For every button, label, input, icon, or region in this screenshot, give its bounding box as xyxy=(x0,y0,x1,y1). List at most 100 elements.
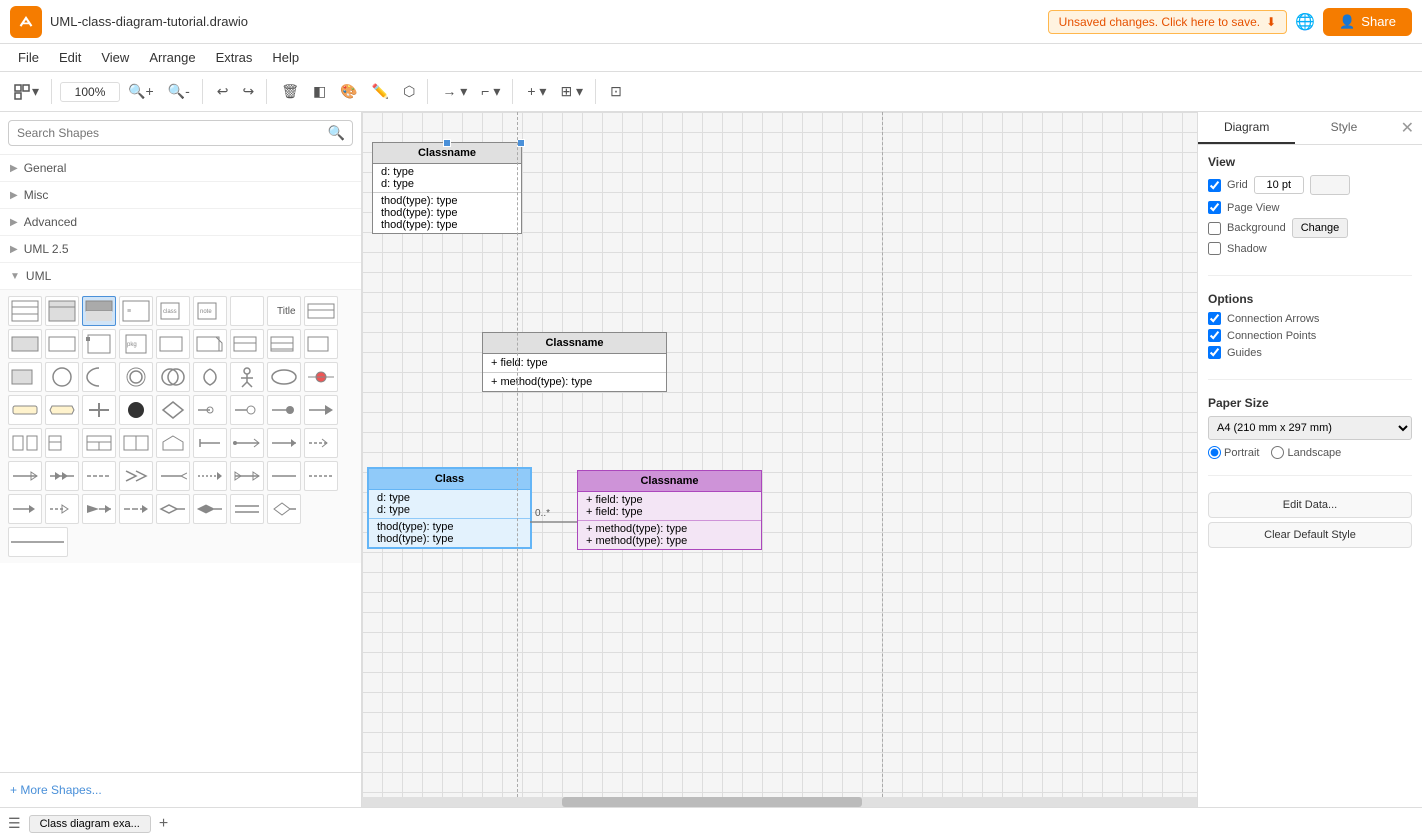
menu-item-help[interactable]: Help xyxy=(264,47,307,68)
uml-class-4[interactable]: Classname + field: type + field: type + … xyxy=(577,470,762,550)
shape-item[interactable] xyxy=(45,461,79,491)
shape-item[interactable] xyxy=(230,296,264,326)
canvas-grid[interactable]: Classname d: type d: type thod(type): ty… xyxy=(362,112,1197,807)
shape-item[interactable] xyxy=(82,461,116,491)
connection-arrows-checkbox[interactable] xyxy=(1208,312,1221,325)
shape-item[interactable]: Title xyxy=(267,296,301,326)
search-input[interactable] xyxy=(8,120,353,146)
shape-item[interactable]: ≡ xyxy=(119,296,153,326)
view-toggle-button[interactable]: ▾ xyxy=(8,79,45,104)
shape-item[interactable] xyxy=(267,329,301,359)
shape-item[interactable] xyxy=(304,329,338,359)
shape-item[interactable] xyxy=(304,296,338,326)
canvas[interactable]: Classname d: type d: type thod(type): ty… xyxy=(362,112,1197,807)
delete-button[interactable]: 🗑 xyxy=(275,79,305,104)
shape-item[interactable] xyxy=(156,395,190,425)
menu-item-view[interactable]: View xyxy=(93,47,137,68)
zoom-out-button[interactable]: 🔍- xyxy=(162,79,196,104)
shape-item[interactable] xyxy=(156,461,190,491)
landscape-label[interactable]: Landscape xyxy=(1271,446,1341,459)
shape-item[interactable] xyxy=(304,362,338,392)
shape-item[interactable] xyxy=(230,494,264,524)
grid-value-input[interactable] xyxy=(1254,176,1304,194)
connection-points-checkbox[interactable] xyxy=(1208,329,1221,342)
shape-item[interactable] xyxy=(304,461,338,491)
shape-item[interactable] xyxy=(119,395,153,425)
shape-item[interactable] xyxy=(8,494,42,524)
category-advanced[interactable]: ▶ Advanced xyxy=(0,209,361,236)
shape-item[interactable] xyxy=(119,461,153,491)
format-button[interactable]: ◧ xyxy=(307,79,332,104)
horizontal-scrollbar[interactable] xyxy=(362,797,1197,807)
shape-item[interactable] xyxy=(156,428,190,458)
shape-item[interactable] xyxy=(267,395,301,425)
shape-item[interactable] xyxy=(8,329,42,359)
shape-item[interactable] xyxy=(82,494,116,524)
shape-item[interactable] xyxy=(267,362,301,392)
shape-item[interactable] xyxy=(193,362,227,392)
share-button[interactable]: 👤 Share xyxy=(1323,8,1412,36)
shape-item[interactable] xyxy=(156,329,190,359)
shape-item[interactable] xyxy=(8,428,42,458)
page-tab[interactable]: Class diagram exa... xyxy=(29,815,151,833)
shape-item[interactable] xyxy=(193,395,227,425)
shape-item[interactable] xyxy=(156,494,190,524)
shape-item[interactable]: note xyxy=(193,296,227,326)
menu-item-file[interactable]: File xyxy=(10,47,47,68)
category-general[interactable]: ▶ General xyxy=(0,155,361,182)
edit-data-button[interactable]: Edit Data... xyxy=(1208,492,1412,518)
landscape-radio[interactable] xyxy=(1271,446,1284,459)
paper-size-select[interactable]: A4 (210 mm x 297 mm) A3 Letter Legal xyxy=(1208,416,1412,440)
shape-item[interactable] xyxy=(82,395,116,425)
guides-checkbox[interactable] xyxy=(1208,346,1221,359)
add-page-button[interactable]: + xyxy=(159,815,168,833)
uml-class-2[interactable]: Classname + field: type + method(type): … xyxy=(482,332,667,392)
zoom-in-button[interactable]: 🔍+ xyxy=(122,79,160,104)
shape-item[interactable] xyxy=(230,329,264,359)
background-checkbox[interactable] xyxy=(1208,222,1221,235)
shape-item[interactable]: class xyxy=(156,296,190,326)
shape-item[interactable] xyxy=(230,395,264,425)
shape-item-selected[interactable] xyxy=(82,296,116,326)
grid-checkbox[interactable] xyxy=(1208,179,1221,192)
shape-item[interactable] xyxy=(45,395,79,425)
tab-diagram[interactable]: Diagram xyxy=(1198,112,1295,144)
shape-item[interactable] xyxy=(304,395,338,425)
tab-style[interactable]: Style xyxy=(1295,112,1392,144)
shape-item[interactable] xyxy=(45,329,79,359)
shape-item[interactable] xyxy=(193,494,227,524)
shape-item[interactable] xyxy=(267,494,301,524)
table-button[interactable]: ⊞ ▾ xyxy=(554,79,589,104)
shadow-checkbox[interactable] xyxy=(1208,242,1221,255)
connector-button[interactable]: → ▾ xyxy=(436,79,473,104)
shape-style-button[interactable]: ⬡ xyxy=(397,79,421,104)
shape-item[interactable] xyxy=(193,461,227,491)
shape-item[interactable] xyxy=(8,395,42,425)
redo-button[interactable]: ↪ xyxy=(236,79,260,104)
shape-item[interactable] xyxy=(230,428,264,458)
shape-item[interactable] xyxy=(230,362,264,392)
more-shapes-button[interactable]: + More Shapes... xyxy=(10,783,102,797)
change-background-button[interactable]: Change xyxy=(1292,218,1349,238)
shape-item[interactable] xyxy=(82,362,116,392)
page-view-checkbox[interactable] xyxy=(1208,201,1221,214)
uml-class-3[interactable]: Class d: type d: type thod(type): type t… xyxy=(367,467,532,549)
shape-item[interactable] xyxy=(119,428,153,458)
shape-item[interactable] xyxy=(193,428,227,458)
shape-item[interactable] xyxy=(45,362,79,392)
waypoint-button[interactable]: ⌐ ▾ xyxy=(475,79,506,104)
menu-item-arrange[interactable]: Arrange xyxy=(141,47,203,68)
zoom-display[interactable]: 100% xyxy=(60,82,120,102)
shape-item[interactable] xyxy=(8,296,42,326)
portrait-label[interactable]: Portrait xyxy=(1208,446,1259,459)
shape-item[interactable] xyxy=(267,428,301,458)
shape-item[interactable] xyxy=(267,461,301,491)
grid-color-swatch[interactable] xyxy=(1310,175,1350,195)
fill-color-button[interactable]: 🎨 xyxy=(334,79,363,104)
undo-button[interactable]: ↩ xyxy=(211,79,235,104)
shape-item[interactable] xyxy=(156,362,190,392)
portrait-radio[interactable] xyxy=(1208,446,1221,459)
shape-item[interactable] xyxy=(45,296,79,326)
shape-item[interactable] xyxy=(8,362,42,392)
clear-default-style-button[interactable]: Clear Default Style xyxy=(1208,522,1412,548)
